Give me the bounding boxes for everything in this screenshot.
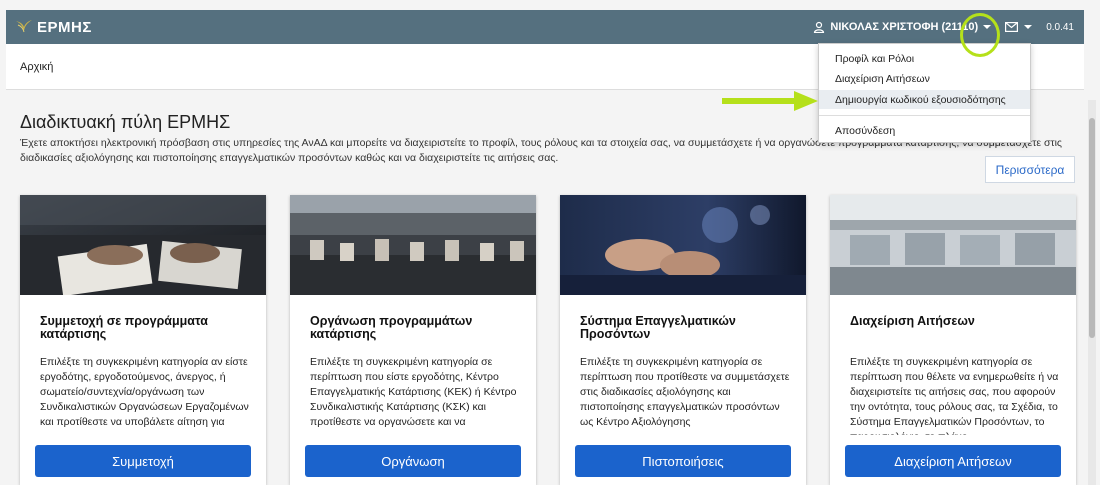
brand-logo[interactable]: ΕΡΜΗΣ <box>14 17 92 37</box>
cards-grid: Συμμετοχή σε προγράμματα κατάρτισης Επιλ… <box>20 195 1080 485</box>
more-button[interactable]: Περισσότερα <box>985 156 1075 183</box>
card-image-photo <box>20 195 266 295</box>
card-participation: Συμμετοχή σε προγράμματα κατάρτισης Επιλ… <box>20 195 266 485</box>
breadcrumb-home[interactable]: Αρχική <box>20 61 53 73</box>
organization-button[interactable]: Οργάνωση <box>305 445 521 477</box>
card-title: Συμμετοχή σε προγράμματα κατάρτισης <box>40 314 208 341</box>
page-title: Διαδικτυακή πύλη ΕΡΜΗΣ <box>20 112 231 132</box>
main-content: Διαδικτυακή πύλη ΕΡΜΗΣ Έχετε αποκτήσει η… <box>6 90 1084 485</box>
card-image-photo <box>560 195 806 295</box>
certifications-button[interactable]: Πιστοποιήσεις <box>575 445 791 477</box>
card-organization: Οργάνωση προγραμμάτων κατάρτισης Επιλέξτ… <box>290 195 536 485</box>
card-image <box>290 195 536 295</box>
card-description: Επιλέξτε τη συγκεκριμένη κατηγορία σε πε… <box>850 356 1059 435</box>
card-title: Οργάνωση προγραμμάτων κατάρτισης <box>310 314 473 341</box>
arrow-annotation-icon <box>722 91 818 111</box>
user-icon <box>814 21 825 33</box>
mail-icon <box>1005 22 1019 32</box>
card-description: Επιλέξτε τη συγκεκριμένη κατηγορία αν εί… <box>40 356 249 428</box>
menu-item-profile[interactable]: Προφίλ και Ρόλοι <box>819 49 1030 68</box>
menu-item-logout[interactable]: Αποσύνδεση <box>819 121 1030 140</box>
page: ΕΡΜΗΣ ΝΙΚΟΛΑΣ ΧΡΙΣΤΟΦΗ (21110) 0.0.41 Αρ… <box>0 0 1100 485</box>
hermes-logo-icon <box>16 20 32 33</box>
user-name: ΝΙΚΟΛΑΣ ΧΡΙΣΤΟΦΗ (21110) <box>830 21 979 33</box>
highlight-circle-annotation <box>960 13 1000 57</box>
card-image <box>20 195 266 295</box>
app-version: 0.0.41 <box>1046 21 1074 33</box>
card-title: Σύστημα Επαγγελματικών Προσόντων <box>580 314 736 341</box>
card-qualifications: Σύστημα Επαγγελματικών Προσόντων Επιλέξτ… <box>560 195 806 485</box>
card-title: Διαχείριση Αιτήσεων <box>850 314 975 328</box>
participation-button[interactable]: Συμμετοχή <box>35 445 251 477</box>
caret-down-icon <box>1024 25 1033 29</box>
card-image-photo <box>290 195 536 295</box>
card-description: Επιλέξτε τη συγκεκριμένη κατηγορία σε πε… <box>310 356 517 428</box>
manage-applications-button[interactable]: Διαχείριση Αιτήσεων <box>845 445 1061 477</box>
scrollbar-thumb[interactable] <box>1089 118 1095 338</box>
card-image <box>560 195 806 295</box>
menu-item-create-auth-code[interactable]: Δημιουργία κωδικού εξουσιοδότησης <box>819 90 1030 109</box>
card-image <box>830 195 1076 295</box>
menu-item-applications[interactable]: Διαχείριση Αιτήσεων <box>819 69 1030 88</box>
card-applications: Διαχείριση Αιτήσεων Επιλέξτε τη συγκεκρι… <box>830 195 1076 485</box>
card-image-photo <box>830 195 1076 295</box>
navbar-right: ΝΙΚΟΛΑΣ ΧΡΙΣΤΟΦΗ (21110) 0.0.41 <box>813 21 1074 33</box>
mail-menu-toggle[interactable] <box>1005 22 1033 32</box>
menu-divider <box>819 115 1030 116</box>
brand-name: ΕΡΜΗΣ <box>37 18 92 36</box>
user-dropdown-menu: Προφίλ και Ρόλοι Διαχείριση Αιτήσεων Δημ… <box>818 43 1031 143</box>
card-description: Επιλέξτε τη συγκεκριμένη κατηγορία σε πε… <box>580 356 790 428</box>
top-navbar: ΕΡΜΗΣ ΝΙΚΟΛΑΣ ΧΡΙΣΤΟΦΗ (21110) 0.0.41 <box>6 10 1084 44</box>
